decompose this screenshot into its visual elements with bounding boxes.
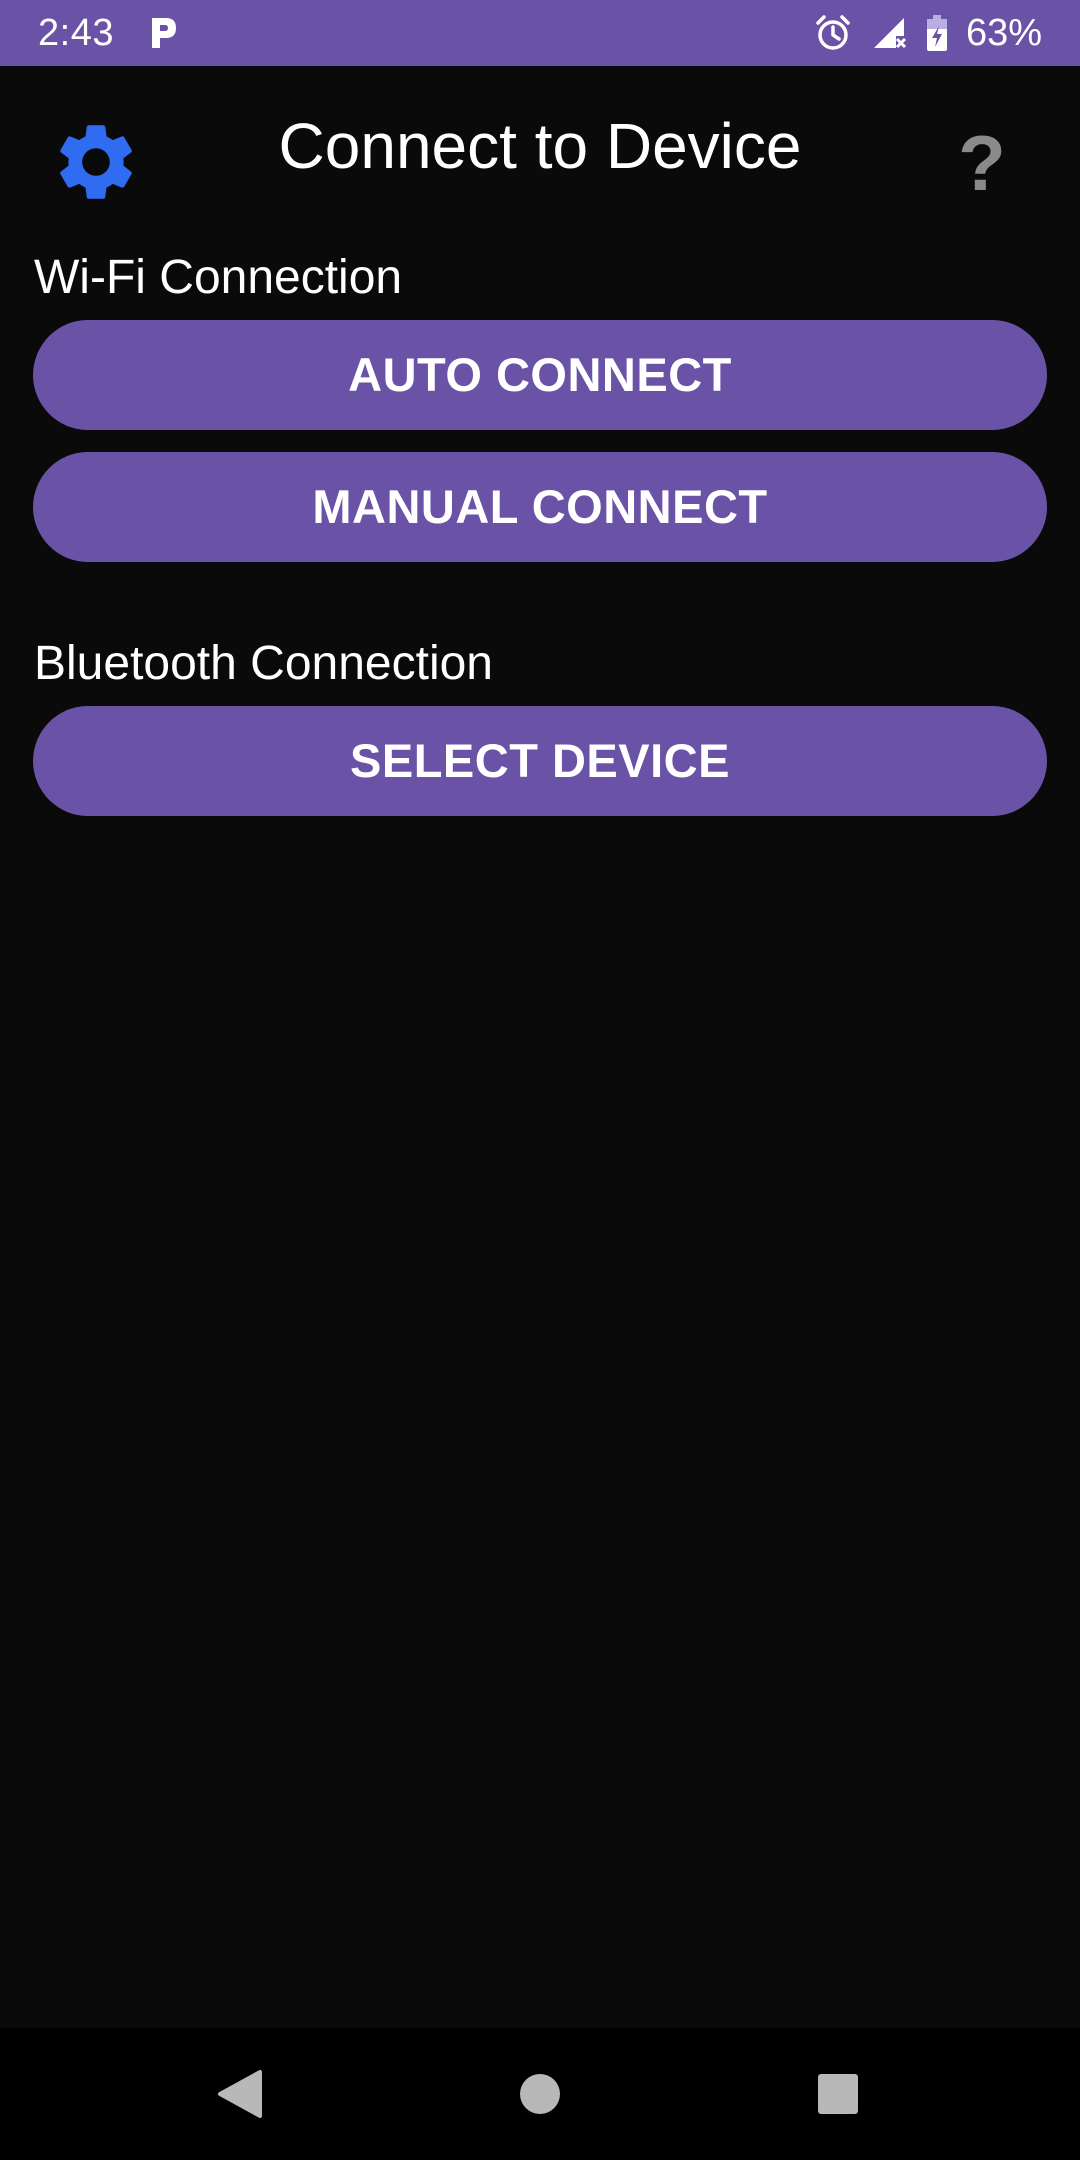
help-button[interactable]: ? [950,118,1014,208]
status-icons: 63% [814,10,1042,56]
battery-percent: 63% [965,12,1042,54]
wifi-section-label: Wi-Fi Connection [34,251,403,304]
auto-connect-button[interactable]: AUTO CONNECT [33,320,1047,430]
signal-no-service-icon [873,18,906,49]
back-icon [218,2070,262,2118]
battery-charging-icon [926,15,947,51]
status-bar: 2:43 63% [0,0,1080,66]
recents-button[interactable] [778,2028,898,2160]
parking-p-icon [152,18,176,48]
home-button[interactable] [480,2028,600,2160]
home-icon [520,2074,560,2114]
connect-screen: 2:43 63% Connect to Device ? Wi-Fi Conne… [0,0,1080,2160]
back-button[interactable] [180,2028,300,2160]
status-time: 2:43 [38,12,114,54]
select-device-button[interactable]: SELECT DEVICE [33,706,1047,816]
manual-connect-button[interactable]: MANUAL CONNECT [33,452,1047,562]
recents-icon [818,2074,858,2114]
alarm-icon [816,15,850,50]
page-title: Connect to Device [278,110,802,182]
navigation-bar [0,2028,1080,2160]
bluetooth-section-label: Bluetooth Connection [34,637,493,690]
